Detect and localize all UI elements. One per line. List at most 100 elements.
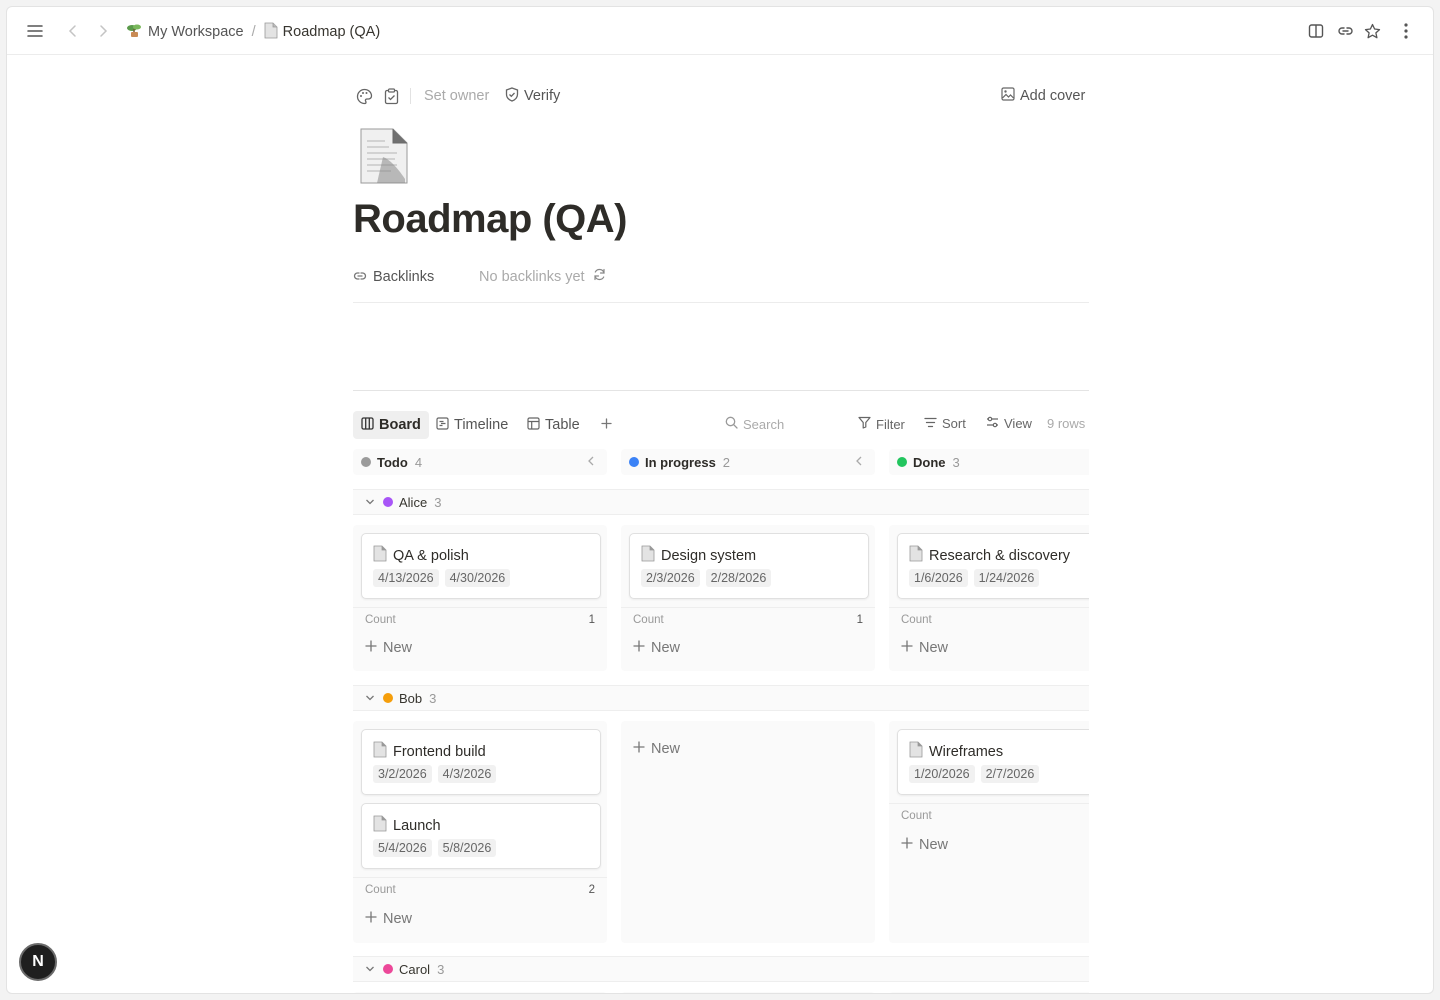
star-icon[interactable] (1360, 19, 1384, 43)
backlinks-empty-label: No backlinks yet (479, 268, 585, 285)
add-cover-button[interactable]: Add cover (1001, 85, 1085, 107)
new-label: New (383, 911, 413, 927)
board-card[interactable]: Design system 2/3/2026 2/28/2026 (629, 533, 869, 599)
card-title: Wireframes (929, 743, 1004, 760)
board-lane: New (621, 721, 875, 943)
set-owner-button[interactable]: Set owner (424, 85, 489, 107)
count-value: 1 (856, 614, 863, 626)
row-count: 9 rows (1047, 416, 1086, 431)
breadcrumb: My Workspace / Roadmap (QA) (125, 21, 380, 43)
plus-icon (633, 640, 645, 656)
tab-board[interactable]: Board (353, 411, 429, 439)
new-card-button[interactable]: New (633, 741, 680, 757)
new-card-button[interactable]: New (901, 640, 948, 656)
backlink-chain-icon (353, 269, 367, 285)
clipboard-icon[interactable] (384, 85, 399, 107)
backlinks-label: Backlinks (373, 269, 435, 285)
palette-icon[interactable] (356, 85, 373, 107)
add-view-button[interactable] (593, 411, 620, 439)
card-end-date: 1/24/2026 (973, 569, 1040, 587)
chevron-down-icon[interactable] (365, 498, 375, 506)
chevron-left-icon[interactable] (587, 455, 595, 470)
back-icon[interactable] (61, 19, 85, 43)
column-label: Done (913, 454, 946, 470)
board-card[interactable]: Research & discovery 1/6/2026 1/24/2026 (897, 533, 1089, 599)
workspace-plant-icon (125, 21, 143, 43)
card-doc-icon (373, 815, 387, 836)
filter-button[interactable]: Filter (858, 416, 905, 432)
breadcrumb-page-label: Roadmap (QA) (282, 24, 381, 40)
app-badge-n[interactable]: N (19, 943, 57, 981)
backlinks-section[interactable]: Backlinks (353, 269, 434, 285)
card-doc-icon (373, 741, 387, 762)
board-lane: Frontend build 3/2/2026 4/3/2026 Launch 5… (353, 721, 607, 943)
plus-icon (601, 417, 612, 433)
divider (353, 302, 1089, 303)
breadcrumb-separator: / (251, 24, 256, 40)
board-lane: Design system 2/3/2026 2/28/2026 Count 1 … (621, 525, 875, 671)
new-card-button[interactable]: New (365, 640, 412, 656)
filter-icon (858, 416, 871, 432)
board-card[interactable]: Launch 5/4/2026 5/8/2026 (361, 803, 601, 869)
column-count: 3 (952, 454, 960, 470)
new-card-button[interactable]: New (633, 640, 680, 656)
chevron-down-icon[interactable] (365, 965, 375, 973)
tab-timeline[interactable]: Timeline (428, 411, 516, 439)
group-header-carol[interactable]: Carol 3 (353, 956, 1089, 982)
search-input[interactable]: Search (725, 416, 784, 432)
board-card[interactable]: QA & polish 4/13/2026 4/30/2026 (361, 533, 601, 599)
app-window: My Workspace / Roadmap (QA) Set owner Ve… (6, 6, 1434, 994)
board-lane: Research & discovery 1/6/2026 1/24/2026 C… (889, 525, 1089, 671)
status-dot-icon (629, 457, 639, 467)
board-icon (361, 416, 374, 434)
new-label: New (919, 640, 949, 656)
sort-button[interactable]: Sort (924, 416, 966, 431)
new-card-button[interactable]: New (901, 837, 948, 853)
new-label: New (651, 741, 681, 757)
more-options-icon[interactable] (1394, 19, 1418, 43)
board-lane (353, 992, 607, 993)
menu-icon[interactable] (23, 19, 47, 43)
board-card[interactable]: Wireframes 1/20/2026 2/7/2026 (897, 729, 1089, 795)
forward-icon[interactable] (91, 19, 115, 43)
card-end-date: 2/7/2026 (980, 765, 1040, 783)
toolbar-divider (410, 88, 411, 104)
card-doc-icon (373, 545, 387, 566)
lane-count-row: Count 1 (621, 607, 875, 631)
board-card[interactable]: Frontend build 3/2/2026 4/3/2026 (361, 729, 601, 795)
page-title[interactable]: Roadmap (QA) (353, 197, 628, 242)
breadcrumb-page[interactable]: Roadmap (QA) (264, 22, 381, 43)
verify-label: Verify (524, 88, 561, 104)
shield-check-icon (505, 86, 519, 106)
new-card-button[interactable]: New (365, 911, 412, 927)
divider (353, 390, 1089, 391)
group-header-bob[interactable]: Bob 3 (353, 685, 1089, 711)
verify-button[interactable]: Verify (505, 85, 560, 107)
sliders-icon (986, 416, 999, 431)
tab-table[interactable]: Table (519, 411, 588, 439)
table-icon (527, 416, 540, 434)
card-title: Frontend build (393, 743, 486, 760)
timeline-icon (436, 416, 449, 434)
chevron-down-icon[interactable] (365, 694, 375, 702)
breadcrumb-workspace-label: My Workspace (148, 24, 244, 40)
tab-table-label: Table (545, 417, 580, 433)
card-end-date: 2/28/2026 (705, 569, 772, 587)
page-doc-emoji-icon[interactable] (357, 127, 409, 185)
plus-icon (901, 640, 913, 656)
split-view-icon[interactable] (1304, 19, 1328, 43)
new-label: New (919, 837, 949, 853)
column-header-in-progress[interactable]: In progress 2 (621, 449, 875, 475)
link-icon[interactable] (1333, 19, 1357, 43)
card-start-date: 5/4/2026 (373, 839, 432, 857)
column-header-todo[interactable]: Todo 4 (353, 449, 607, 475)
group-dot-icon (383, 497, 393, 507)
sort-icon (924, 416, 937, 431)
group-header-alice[interactable]: Alice 3 (353, 489, 1089, 515)
column-header-done[interactable]: Done 3 (889, 449, 1089, 475)
breadcrumb-workspace[interactable]: My Workspace (125, 21, 244, 43)
card-start-date: 1/6/2026 (909, 569, 968, 587)
chevron-left-icon[interactable] (855, 455, 863, 470)
refresh-icon[interactable] (593, 268, 606, 285)
view-settings-button[interactable]: View (986, 416, 1032, 431)
